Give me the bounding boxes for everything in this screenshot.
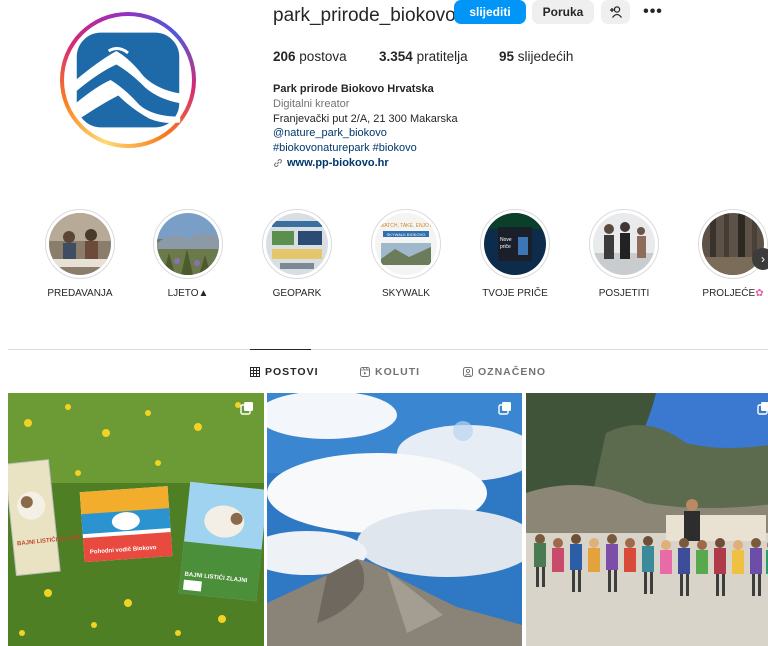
post-image-children-group — [526, 393, 768, 646]
post-image-mountain — [267, 393, 522, 646]
highlight-ljeto[interactable]: LJETO▲ — [133, 209, 243, 299]
tab-posts[interactable]: POSTOVI — [250, 366, 319, 378]
followers-stat[interactable]: 3.354 pratitelja — [379, 49, 468, 64]
chevron-right-icon: › — [761, 252, 765, 266]
add-person-icon — [609, 6, 622, 18]
tab-label: KOLUTI — [375, 366, 421, 378]
website-text: www.pp-biokovo.hr — [287, 156, 389, 169]
highlight-ring: WATCH, TAKE, ENJOY SKYWALK BIOKOVO — [371, 209, 441, 279]
highlight-ring — [262, 209, 332, 279]
posts-label: postova — [299, 49, 347, 64]
skywalk-text-1: WATCH, TAKE, ENJOY — [380, 223, 433, 229]
tab-label: POSTOVI — [265, 366, 319, 378]
highlight-label: GEOPARK — [272, 288, 322, 299]
highlight-skywalk[interactable]: WATCH, TAKE, ENJOY SKYWALK BIOKOVO SKYWA… — [351, 209, 461, 299]
highlight-label: PROLJEĆE✿ — [678, 288, 768, 299]
highlight-thumbnail — [49, 213, 111, 275]
bio-hashtags-link[interactable]: #biokovonaturepark #biokovo — [273, 141, 458, 156]
park-logo-icon — [74, 30, 182, 130]
post-tile-1[interactable]: BAJNI LISTIĆI ZLAJNI Pohodni vodič Bioko… — [8, 393, 264, 646]
profile-username: park_prirode_biokovo — [273, 5, 456, 26]
highlight-thumbnail: WATCH, TAKE, ENJOY SKYWALK BIOKOVO — [375, 213, 437, 275]
highlight-ring — [45, 209, 115, 279]
tab-reels[interactable]: KOLUTI — [360, 366, 420, 378]
bio-category: Digitalni kreator — [273, 97, 350, 110]
highlight-thumbnail — [266, 213, 328, 275]
link-icon — [274, 159, 282, 168]
reels-icon — [360, 367, 370, 377]
avatar-frame — [64, 16, 192, 144]
highlight-geopark[interactable]: GEOPARK — [242, 209, 352, 299]
profile-avatar-ring[interactable] — [60, 12, 196, 148]
post-tile-3[interactable] — [526, 393, 768, 646]
carousel-icon — [240, 402, 253, 415]
following-label: slijedećih — [517, 49, 574, 64]
story-highlights: PREDAVANJA LJETO▲ GEOPARK WATCH, TAKE, E… — [0, 209, 768, 309]
carousel-icon — [498, 402, 511, 415]
highlight-tvoje-price[interactable]: Nove priče TVOJE PRIČE — [460, 209, 570, 299]
highlight-thumbnail — [157, 213, 219, 275]
bio-website-link[interactable]: www.pp-biokovo.hr — [273, 156, 458, 171]
highlight-label: POSJETITI — [598, 288, 650, 299]
avatar — [70, 22, 186, 138]
flower-icon: ✿ — [755, 288, 764, 299]
posts-count: 206 — [273, 49, 296, 64]
highlight-thumbnail — [593, 213, 655, 275]
carousel-icon — [757, 402, 768, 415]
post-tile-2[interactable] — [267, 393, 522, 646]
followers-label: pratitelja — [416, 49, 468, 64]
bio-mention-link[interactable]: @nature_park_biokovo — [273, 126, 458, 141]
posts-stat: 206 postova — [273, 49, 347, 64]
active-tab-indicator — [250, 349, 311, 350]
highlight-label: SKYWALK — [382, 288, 430, 299]
profile-bio: Park prirode Biokovo Hrvatska Digitalni … — [273, 82, 458, 171]
highlight-posjetiti[interactable]: POSJETITI — [569, 209, 679, 299]
grid-icon — [250, 367, 260, 377]
message-button[interactable]: Poruka — [532, 0, 594, 24]
bio-name: Park prirode Biokovo Hrvatska — [273, 83, 434, 95]
following-stat[interactable]: 95 slijedećih — [499, 49, 573, 64]
more-options-button[interactable]: ••• — [640, 0, 666, 24]
highlight-thumbnail: Nove priče — [484, 213, 546, 275]
highlight-ring — [153, 209, 223, 279]
tabs-divider — [8, 349, 768, 350]
highlight-label-text: PROLJEĆE — [702, 288, 756, 299]
post-image-books: BAJNI LISTIĆI ZLAJNI Pohodni vodič Bioko… — [8, 393, 264, 646]
highlight-predavanja[interactable]: PREDAVANJA — [25, 209, 135, 299]
story-text-2: priče — [500, 244, 511, 250]
highlight-label: TVOJE PRIČE — [482, 288, 548, 299]
tab-tagged[interactable]: OZNAČENO — [463, 366, 546, 378]
tagged-icon — [463, 367, 473, 377]
following-count: 95 — [499, 49, 515, 64]
tab-label: OZNAČENO — [478, 366, 547, 378]
highlights-next-button[interactable]: › — [752, 248, 768, 270]
highlight-label: PREDAVANJA — [47, 288, 113, 299]
story-text-1: Nove — [500, 237, 512, 243]
highlight-ring — [589, 209, 659, 279]
highlight-ring: Nove priče — [480, 209, 550, 279]
followers-count: 3.354 — [379, 49, 413, 64]
skywalk-text-2: SKYWALK BIOKOVO — [387, 232, 426, 237]
bio-address: Franjevački put 2/A, 21 300 Makarska — [273, 112, 458, 125]
highlight-label: LJETO▲ — [167, 288, 209, 299]
follow-button[interactable]: slijediti — [454, 0, 526, 24]
suggested-users-button[interactable] — [601, 0, 630, 24]
